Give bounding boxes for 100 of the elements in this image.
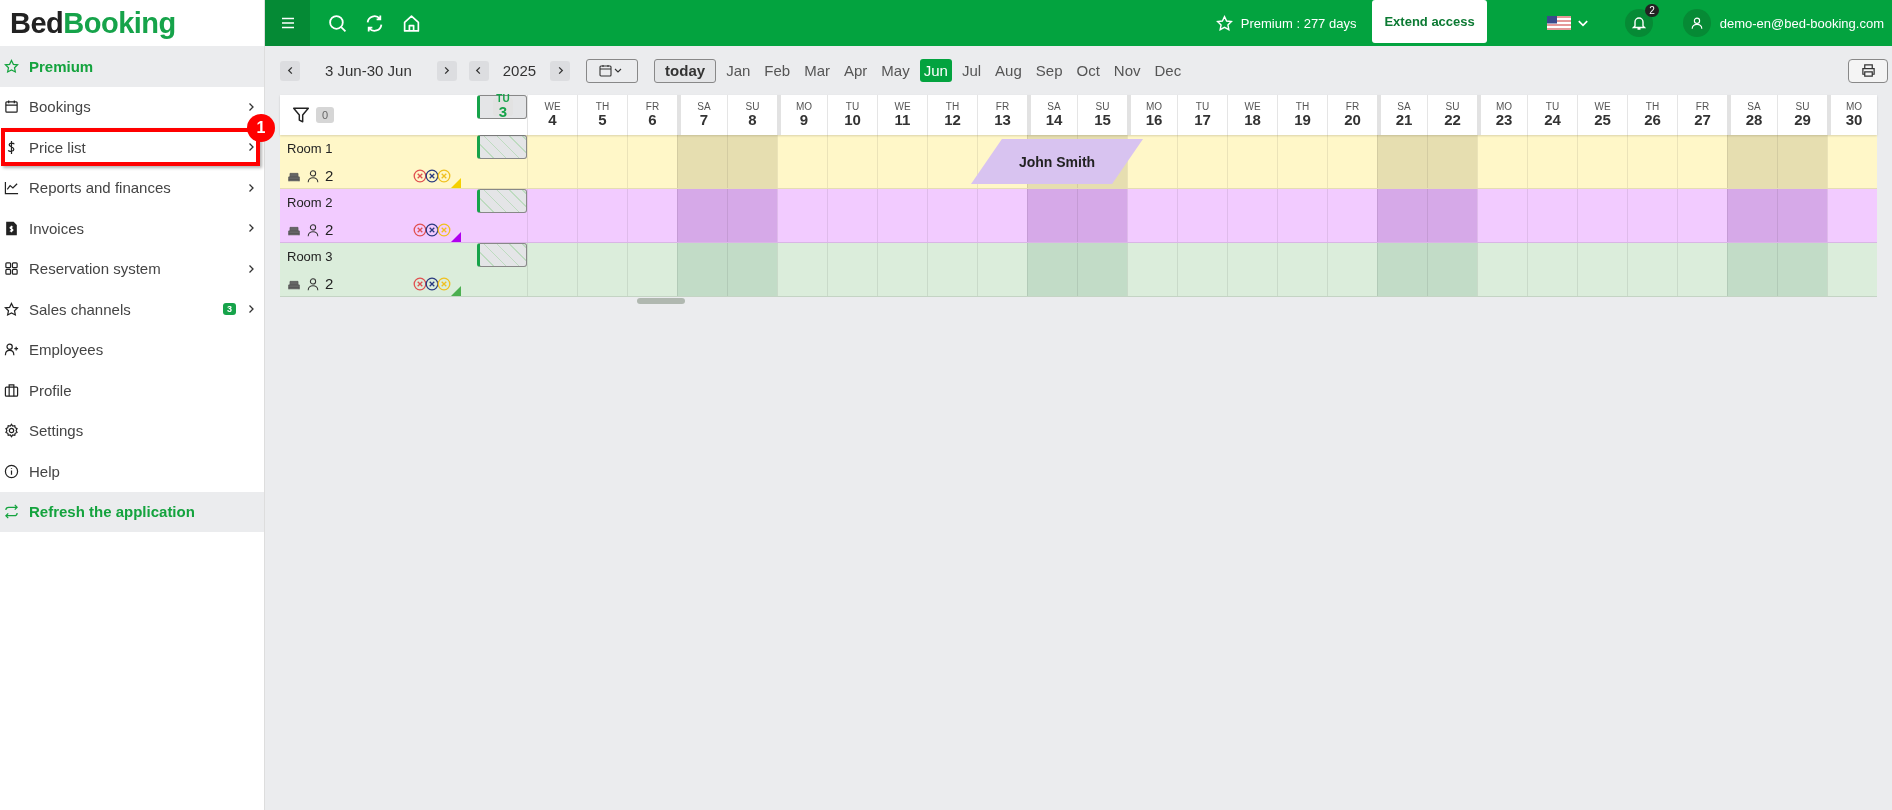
calendar-cell[interactable] — [677, 135, 727, 188]
calendar-cell[interactable] — [1377, 189, 1427, 242]
day-header[interactable]: TU 10 — [831, 97, 874, 133]
day-header[interactable]: WE 11 — [881, 97, 924, 133]
day-header[interactable]: SA 21 — [1384, 97, 1424, 133]
calendar-cell[interactable] — [1427, 135, 1477, 188]
menu-icon — [279, 15, 296, 31]
day-header[interactable]: WE 4 — [531, 97, 574, 133]
previous-year-button[interactable] — [468, 60, 489, 81]
day-header[interactable]: FR 6 — [631, 97, 674, 133]
booking-block[interactable]: John Smith — [971, 139, 1143, 184]
extend-access-button[interactable]: Extend access — [1372, 0, 1487, 43]
sidebar-item[interactable]: Invoices — [0, 208, 264, 249]
day-header[interactable]: TU 24 — [1531, 97, 1574, 133]
calendar-cell[interactable] — [1777, 135, 1827, 188]
calendar-cell[interactable] — [1727, 243, 1777, 296]
day-header[interactable]: SU 22 — [1431, 97, 1474, 133]
calendar-cell[interactable] — [1077, 243, 1127, 296]
day-header[interactable]: TH 5 — [581, 97, 624, 133]
month-tab[interactable]: Aug — [991, 59, 1026, 82]
day-header[interactable]: WE 18 — [1231, 97, 1274, 133]
logo: BedBooking — [9, 5, 177, 41]
month-tab[interactable]: Nov — [1109, 59, 1145, 82]
menu-button[interactable] — [265, 0, 310, 46]
month-tab[interactable]: Jan — [722, 59, 755, 82]
sidebar-item[interactable]: Help — [0, 451, 264, 492]
month-tab[interactable]: Oct — [1072, 59, 1104, 82]
room-name: Room 3 — [287, 249, 334, 264]
calendar-cell[interactable] — [1027, 189, 1077, 242]
calendar-cell[interactable] — [727, 189, 777, 242]
next-button[interactable] — [436, 60, 457, 81]
calendar-cell[interactable] — [727, 243, 777, 296]
person-icon — [306, 276, 320, 291]
month-tab[interactable]: Feb — [760, 59, 795, 82]
search-icon[interactable] — [328, 13, 347, 33]
day-header[interactable]: MO 16 — [1134, 97, 1174, 133]
filter-icon[interactable] — [292, 106, 310, 124]
sidebar-item[interactable]: Reservation system — [0, 248, 264, 289]
flag-icon — [1546, 16, 1571, 30]
day-header[interactable]: WE 25 — [1581, 97, 1624, 133]
month-tab[interactable]: Jul — [957, 59, 986, 82]
calendar-cell[interactable] — [1727, 135, 1777, 188]
day-header[interactable]: MO 30 — [1834, 97, 1874, 133]
calendar-cell[interactable] — [1077, 189, 1127, 242]
day-header[interactable]: MO 9 — [784, 97, 824, 133]
calendar-cell[interactable] — [1427, 243, 1477, 296]
sidebar-item[interactable]: Profile — [0, 370, 264, 411]
today-cell[interactable] — [477, 135, 527, 159]
day-header[interactable]: MO 23 — [1484, 97, 1524, 133]
scrollbar-thumb[interactable] — [637, 298, 685, 304]
calendar-cell[interactable] — [1377, 243, 1427, 296]
info-icon — [4, 463, 19, 479]
month-tab[interactable]: May — [877, 59, 914, 82]
today-cell[interactable] — [477, 243, 527, 267]
status-icons — [413, 168, 451, 183]
printer-icon — [1860, 63, 1876, 78]
sidebar-item[interactable]: Employees — [0, 329, 264, 370]
bell-icon — [1630, 15, 1647, 31]
print-button[interactable] — [1848, 58, 1888, 83]
calendar-cell[interactable] — [1427, 189, 1477, 242]
month-tab[interactable]: Sep — [1031, 59, 1067, 82]
month-tab[interactable]: Apr — [840, 59, 872, 82]
calendar-dropdown[interactable] — [586, 58, 639, 83]
day-header[interactable]: FR 13 — [981, 97, 1024, 133]
day-header[interactable]: SU 8 — [731, 97, 774, 133]
day-header[interactable]: TH 19 — [1281, 97, 1324, 133]
sidebar-item[interactable]: Settings — [0, 410, 264, 451]
calendar-cell[interactable] — [677, 189, 727, 242]
next-year-button[interactable] — [550, 60, 571, 81]
calendar-cell[interactable] — [1777, 243, 1827, 296]
refresh-icon[interactable] — [365, 13, 384, 33]
calendar-cell[interactable] — [1777, 189, 1827, 242]
day-header[interactable]: SA 7 — [684, 97, 724, 133]
day-header[interactable]: SA 28 — [1734, 97, 1774, 133]
day-header[interactable]: TU 17 — [1181, 97, 1224, 133]
calendar-cell[interactable] — [1727, 189, 1777, 242]
today-cell[interactable] — [477, 189, 527, 213]
user-avatar-icon[interactable] — [1682, 9, 1711, 37]
star-icon — [1215, 14, 1233, 32]
day-header[interactable]: FR 27 — [1681, 97, 1724, 133]
calendar-cell[interactable] — [677, 243, 727, 296]
calendar-cell[interactable] — [1377, 135, 1427, 188]
today-button[interactable]: today — [654, 58, 717, 83]
day-header[interactable]: TH 26 — [1631, 97, 1674, 133]
month-tab[interactable]: Mar — [800, 59, 834, 82]
count-badge: 3 — [223, 303, 236, 316]
status-icons — [413, 222, 451, 237]
day-header[interactable]: SU 29 — [1781, 97, 1824, 133]
sidebar-item[interactable]: Sales channels 3 — [0, 289, 264, 330]
day-header[interactable]: SA 14 — [1034, 97, 1074, 133]
sidebar-item[interactable]: Reports and finances — [0, 167, 264, 208]
user-plus-icon — [4, 342, 19, 358]
calendar-cell[interactable] — [727, 135, 777, 188]
day-header[interactable]: SU 15 — [1081, 97, 1124, 133]
day-header[interactable]: FR 20 — [1331, 97, 1374, 133]
calendar-cell[interactable] — [1027, 243, 1077, 296]
day-header[interactable]: TH 12 — [931, 97, 974, 133]
month-tab[interactable]: Dec — [1150, 59, 1186, 82]
home-icon[interactable] — [402, 13, 421, 33]
previous-button[interactable] — [280, 60, 300, 81]
